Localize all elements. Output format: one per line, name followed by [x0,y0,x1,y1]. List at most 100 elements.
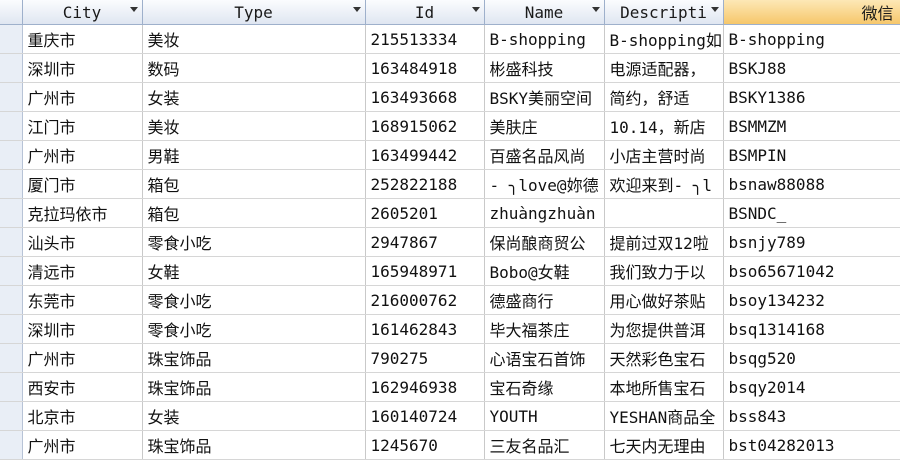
cell-wechat[interactable]: BSNDC_ [723,198,900,228]
select-all-corner[interactable] [0,0,23,25]
cell-wechat[interactable]: bsoy134232 [723,285,900,315]
cell-id[interactable]: 790275 [365,343,485,373]
row-selector[interactable] [0,401,23,431]
cell-id[interactable]: 2947867 [365,227,485,257]
row-selector[interactable] [0,140,23,170]
cell-type[interactable]: 女鞋 [142,256,366,286]
cell-wechat[interactable]: bsnaw88088 [723,169,900,199]
cell-id[interactable]: 163493668 [365,82,485,112]
row-selector[interactable] [0,82,23,112]
cell-name[interactable]: BSKY美丽空间 [484,82,605,112]
cell-name[interactable]: - ╮love@妳德 [484,169,605,199]
cell-id[interactable]: 163499442 [365,140,485,170]
cell-description[interactable]: 小店主营时尚 [604,140,724,170]
cell-description[interactable]: 用心做好茶贴 [604,285,724,315]
cell-name[interactable]: zhuàngzhuàn [484,198,605,228]
cell-id[interactable]: 215513334 [365,24,485,54]
cell-city[interactable]: 深圳市 [22,314,143,344]
row-selector[interactable] [0,198,23,228]
cell-type[interactable]: 零食小吃 [142,314,366,344]
table-row[interactable]: 汕头市 零食小吃 2947867 保尚酿商贸公 提前过双12啦 bsnjy789 [0,227,900,257]
cell-name[interactable]: B-shopping [484,24,605,54]
cell-name[interactable]: 心语宝石首饰 [484,343,605,373]
cell-wechat[interactable]: BSKY1386 [723,82,900,112]
cell-description[interactable]: 提前过双12啦 [604,227,724,257]
cell-name[interactable]: 毕大福茶庄 [484,314,605,344]
cell-wechat[interactable]: BSMPIN [723,140,900,170]
cell-city[interactable]: 广州市 [22,430,143,460]
cell-wechat[interactable]: B-shopping [723,24,900,54]
table-row[interactable]: 重庆市 美妆 215513334 B-shopping B-shopping如 B-sho… [0,24,900,54]
cell-description[interactable]: 我们致力于以 [604,256,724,286]
dropdown-arrow-icon[interactable] [710,7,719,12]
table-row[interactable]: 江门市 美妆 168915062 美肤庄 10.14，新店 BSMMZM [0,111,900,141]
dropdown-arrow-icon[interactable] [129,7,138,12]
cell-id[interactable]: 165948971 [365,256,485,286]
cell-type[interactable]: 珠宝饰品 [142,343,366,373]
table-row[interactable]: 克拉玛依市 箱包 2605201 zhuàngzhuàn BSNDC_ [0,198,900,228]
table-row[interactable]: 西安市 珠宝饰品 162946938 宝石奇缘 本地所售宝石 bsqy2014 [0,372,900,402]
row-selector[interactable] [0,314,23,344]
column-header-type[interactable]: Type [142,0,366,25]
cell-type[interactable]: 零食小吃 [142,285,366,315]
cell-name[interactable]: 彬盛科技 [484,53,605,83]
column-header-name[interactable]: Name [484,0,605,25]
cell-type[interactable]: 零食小吃 [142,227,366,257]
cell-name[interactable]: Bobo@女鞋 [484,256,605,286]
cell-description[interactable]: 七天内无理由 [604,430,724,460]
cell-city[interactable]: 厦门市 [22,169,143,199]
column-header-wechat[interactable]: 微信 [723,0,900,25]
cell-id[interactable]: 160140724 [365,401,485,431]
table-row[interactable]: 厦门市 箱包 252822188- ╮love@妳德 欢迎来到- ╮l bsnaw880… [0,169,900,199]
cell-description[interactable]: 10.14，新店 [604,111,724,141]
table-row[interactable]: 深圳市 零食小吃 161462843 毕大福茶庄 为您提供普洱 bsq1314168 [0,314,900,344]
cell-type[interactable]: 珠宝饰品 [142,430,366,460]
cell-description[interactable]: 电源适配器， [604,53,724,83]
cell-description[interactable]: 本地所售宝石 [604,372,724,402]
column-header-city[interactable]: City [22,0,143,25]
cell-id[interactable]: 2605201 [365,198,485,228]
cell-description[interactable]: B-shopping如 [604,24,724,54]
cell-city[interactable]: 北京市 [22,401,143,431]
cell-name[interactable]: 保尚酿商贸公 [484,227,605,257]
cell-id[interactable]: 1245670 [365,430,485,460]
cell-city[interactable]: 东莞市 [22,285,143,315]
cell-id[interactable]: 216000762 [365,285,485,315]
cell-type[interactable]: 女装 [142,401,366,431]
cell-wechat[interactable]: bss843 [723,401,900,431]
cell-city[interactable]: 汕头市 [22,227,143,257]
cell-wechat[interactable]: BSMMZM [723,111,900,141]
cell-wechat[interactable]: bst04282013 [723,430,900,460]
cell-wechat[interactable]: bsqy2014 [723,372,900,402]
cell-name[interactable]: 百盛名品风尚 [484,140,605,170]
row-selector[interactable] [0,372,23,402]
table-row[interactable]: 北京市 女装 160140724 YOUTH YESHAN商品全 bss843 [0,401,900,431]
dropdown-arrow-icon[interactable] [471,7,480,12]
cell-description[interactable]: 天然彩色宝石 [604,343,724,373]
cell-description[interactable]: YESHAN商品全 [604,401,724,431]
cell-city[interactable]: 广州市 [22,343,143,373]
cell-name[interactable]: 三友名品汇 [484,430,605,460]
row-selector[interactable] [0,24,23,54]
cell-id[interactable]: 161462843 [365,314,485,344]
cell-id[interactable]: 168915062 [365,111,485,141]
table-row[interactable]: 东莞市 零食小吃 216000762 德盛商行 用心做好茶贴 bsoy134232 [0,285,900,315]
dropdown-arrow-icon[interactable] [352,7,361,12]
table-row[interactable]: 深圳市 数码 163484918 彬盛科技 电源适配器， BSKJ88 [0,53,900,83]
cell-description[interactable] [604,198,724,228]
cell-description[interactable]: 欢迎来到- ╮l [604,169,724,199]
cell-description[interactable]: 为您提供普洱 [604,314,724,344]
row-selector[interactable] [0,227,23,257]
cell-type[interactable]: 珠宝饰品 [142,372,366,402]
cell-city[interactable]: 克拉玛依市 [22,198,143,228]
cell-type[interactable]: 箱包 [142,169,366,199]
cell-city[interactable]: 西安市 [22,372,143,402]
cell-city[interactable]: 重庆市 [22,24,143,54]
cell-city[interactable]: 江门市 [22,111,143,141]
cell-id[interactable]: 252822188 [365,169,485,199]
cell-type[interactable]: 数码 [142,53,366,83]
cell-name[interactable]: 宝石奇缘 [484,372,605,402]
cell-name[interactable]: 美肤庄 [484,111,605,141]
cell-type[interactable]: 美妆 [142,24,366,54]
row-selector[interactable] [0,256,23,286]
